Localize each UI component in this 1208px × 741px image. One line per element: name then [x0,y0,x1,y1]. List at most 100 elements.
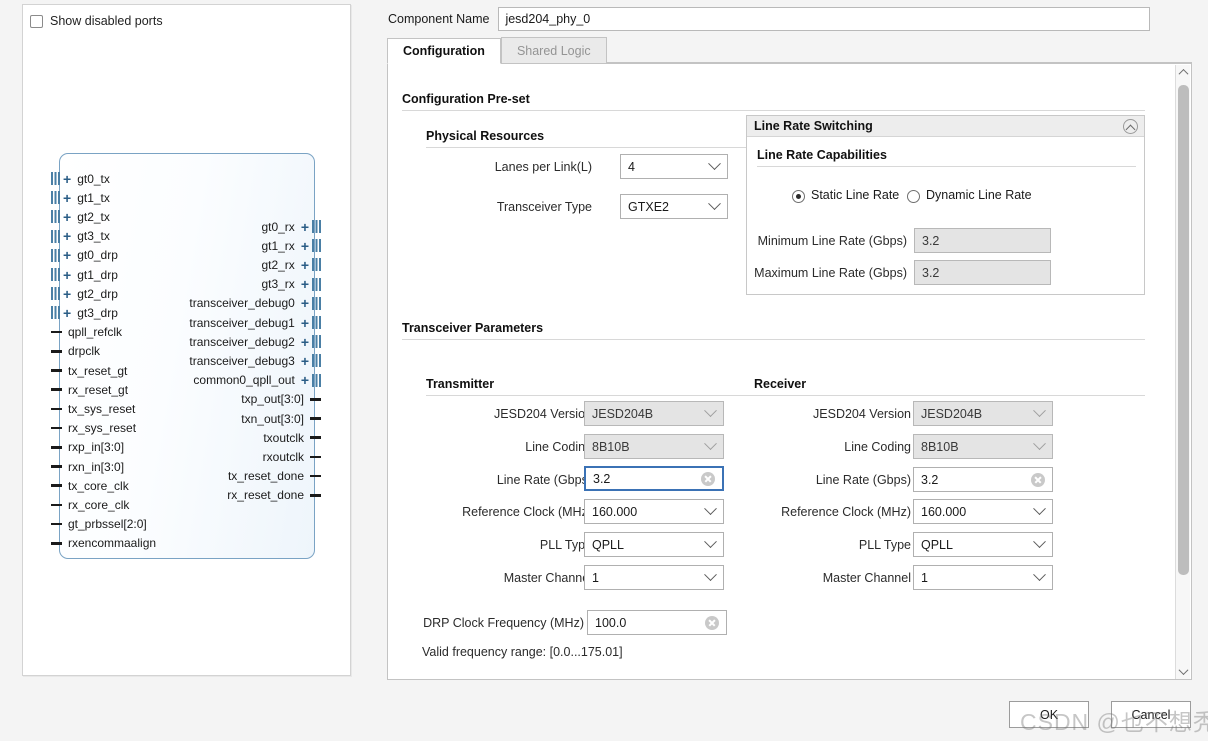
output-port-rx-reset-done: rx_reset_done [23,486,321,505]
expand-port-icon[interactable]: + [301,258,309,272]
tx-master-channel-combobox[interactable]: 1 [584,565,724,590]
expand-port-icon[interactable]: + [301,220,309,234]
chevron-up-circle-icon[interactable] [1123,119,1138,134]
expand-port-icon[interactable]: + [301,277,309,291]
drp-clock-frequency-field[interactable]: 100.0 [587,610,727,635]
rx-line-rate-value: 3.2 [921,472,939,487]
output-port-gt0-rx[interactable]: gt0_rx + [23,217,321,236]
show-disabled-ports-checkbox-row[interactable]: Show disabled ports [30,14,163,28]
component-name-input[interactable]: jesd204_phy_0 [498,6,1151,31]
tx-jesd204-version-value: JESD204B [592,406,654,421]
radio-dynamic-line-rate[interactable] [907,190,920,203]
port-label: tx_reset_done [227,469,304,484]
rx-jesd204-version-combobox[interactable]: JESD204B [913,401,1053,426]
output-port-txoutclk: txoutclk [23,428,321,447]
expand-port-icon[interactable]: + [301,335,309,349]
expand-port-icon[interactable]: + [301,316,309,330]
expand-port-icon[interactable]: + [301,239,309,253]
show-disabled-ports-checkbox[interactable] [30,14,43,28]
bus-connector-icon [312,220,321,233]
rx-master-channel-label: Master Channel [822,571,911,585]
transceiver-type-value: GTXE2 [628,199,669,214]
tx-jesd204-version-combobox[interactable]: JESD204B [584,401,724,426]
output-port-txn-out-3-0-: txn_out[3:0] [23,409,321,428]
tx-line-coding-combobox[interactable]: 8B10B [584,434,724,459]
output-port-transceiver-debug0[interactable]: transceiver_debug0 + [23,294,321,313]
wire-connector-icon [310,417,321,420]
wire-connector-icon [310,455,321,459]
port-label: transceiver_debug2 [189,334,295,349]
rx-pll-type-label: PLL Type [858,538,911,552]
input-port-gt0-tx[interactable]: + gt0_tx [51,169,110,188]
radio-dynamic-line-rate-label: Dynamic Line Rate [926,188,1032,202]
lanes-per-link-label: Lanes per Link(L) [494,160,592,174]
scrollbar-thumb[interactable] [1178,85,1189,575]
tab-strip: Configuration Shared Logic [387,37,1192,64]
scroll-up-arrow-icon[interactable] [1176,65,1191,80]
wire-connector-icon [51,522,62,526]
bus-connector-icon [312,277,321,291]
bus-connector-icon [312,296,321,310]
port-label: rxoutclk [262,449,304,464]
tx-line-rate-field[interactable]: 3.2 [584,466,724,491]
clear-circle-icon[interactable] [1031,472,1045,487]
port-label: gt2_rx [261,257,295,272]
output-port-transceiver-debug3[interactable]: transceiver_debug3 + [23,351,321,370]
expand-port-icon[interactable]: + [63,172,71,186]
rx-line-coding-combobox[interactable]: 8B10B [913,434,1053,459]
input-port-gt-prbssel-2-0-: gt_prbssel[2:0] [51,515,147,534]
tx-line-coding-value: 8B10B [592,439,630,454]
chevron-down-icon [1033,534,1046,548]
port-label: rxencommaalign [68,536,157,551]
component-name-label: Component Name [388,11,490,26]
wire-connector-icon [310,474,321,478]
scroll-down-arrow-icon[interactable] [1176,664,1191,679]
expand-port-icon[interactable]: + [63,191,71,205]
lanes-per-link-combobox[interactable]: 4 [620,154,728,179]
output-port-transceiver-debug2[interactable]: transceiver_debug2 + [23,332,321,351]
tx-reference-clock-combobox[interactable]: 160.000 [584,499,724,524]
tx-reference-clock-label: Reference Clock (MHz) [462,505,592,519]
bus-connector-icon [312,354,321,368]
line-rate-switching-title: Line Rate Switching [754,119,873,133]
wire-connector-icon [310,398,321,401]
transceiver-type-combobox[interactable]: GTXE2 [620,194,728,219]
output-port-gt3-rx[interactable]: gt3_rx + [23,275,321,294]
ok-button[interactable]: OK [1009,701,1089,728]
output-port-txp-out-3-0-: txp_out[3:0] [23,390,321,409]
port-label: transceiver_debug0 [189,296,295,311]
output-port-common0-qpll-out[interactable]: common0_qpll_out + [23,371,321,390]
line-rate-switching-panel: Line Rate Switching Line Rate Capabiliti… [746,115,1145,295]
expand-port-icon[interactable]: + [301,373,309,387]
transmitter-rule [426,395,756,396]
minimum-line-rate-field: 3.2 [914,228,1051,253]
radio-static-line-rate-label: Static Line Rate [811,188,900,202]
wire-connector-icon [51,542,62,545]
radio-static-line-rate[interactable] [792,190,805,203]
tx-pll-type-value: QPLL [592,537,624,552]
vertical-scrollbar[interactable] [1175,65,1190,679]
tx-pll-type-combobox[interactable]: QPLL [584,532,724,557]
tab-shared-logic[interactable]: Shared Logic [500,37,607,63]
output-port-transceiver-debug1[interactable]: transceiver_debug1 + [23,313,321,332]
tab-configuration[interactable]: Configuration [387,38,501,64]
rx-master-channel-combobox[interactable]: 1 [913,565,1053,590]
expand-port-icon[interactable]: + [301,354,309,368]
receiver-rule [754,395,1145,396]
rx-pll-type-combobox[interactable]: QPLL [913,532,1053,557]
line-rate-capabilities-rule [757,166,1136,167]
ip-symbol-panel: Show disabled ports + gt0_tx + gt1_tx + gt2_t… [22,4,351,676]
rx-line-rate-field[interactable]: 3.2 [913,467,1053,492]
rx-reference-clock-combobox[interactable]: 160.000 [913,499,1053,524]
expand-port-icon[interactable]: + [301,296,309,310]
output-port-gt1-rx[interactable]: gt1_rx + [23,236,321,255]
clear-circle-icon[interactable] [701,471,715,486]
cancel-button[interactable]: Cancel [1111,701,1191,728]
input-port-gt1-tx[interactable]: + gt1_tx [51,188,110,207]
rx-jesd204-version-label: JESD204 Version [813,407,911,421]
maximum-line-rate-label: Maximum Line Rate (Gbps) [754,266,907,280]
output-port-gt2-rx[interactable]: gt2_rx + [23,255,321,274]
clear-circle-icon[interactable] [705,615,719,630]
port-label: rx_reset_done [227,488,304,503]
rx-line-coding-value: 8B10B [921,439,959,454]
